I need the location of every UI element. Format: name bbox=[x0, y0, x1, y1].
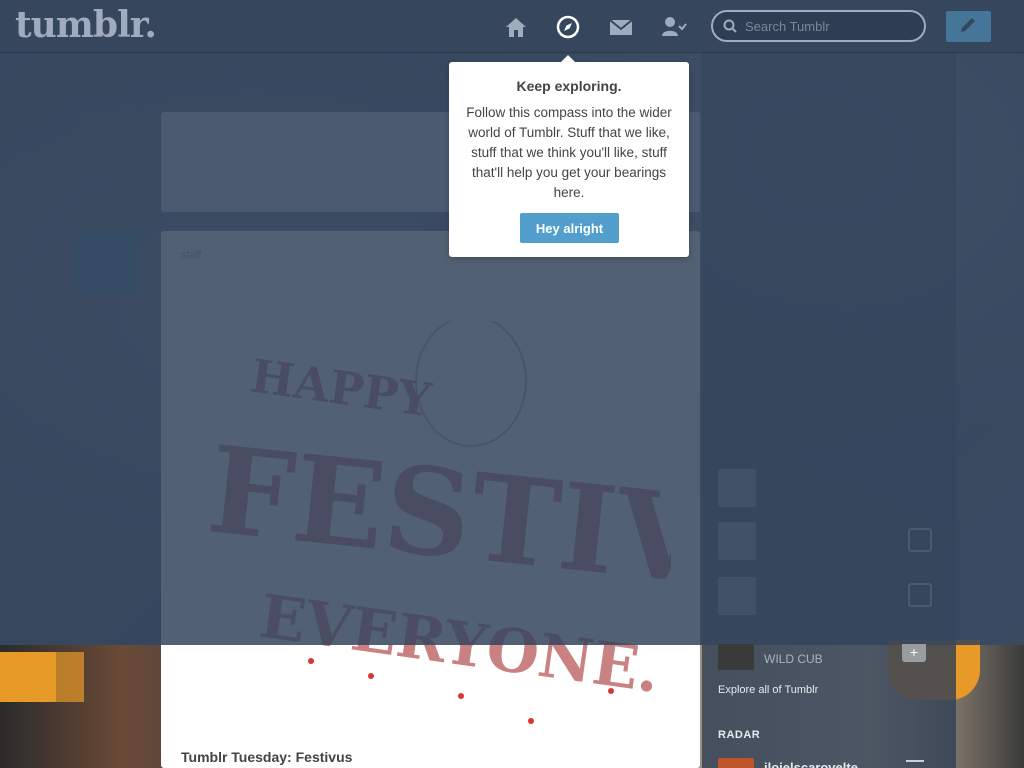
radar-item[interactable]: ilojelscarovelte bbox=[718, 758, 940, 768]
mail-icon[interactable] bbox=[608, 14, 634, 40]
radar-blog-name: ilojelscarovelte bbox=[764, 760, 858, 768]
radar-heading: RADAR bbox=[718, 729, 761, 741]
compass-icon[interactable] bbox=[555, 14, 581, 40]
follow-button[interactable] bbox=[906, 760, 924, 768]
popup-title: Keep exploring. bbox=[516, 78, 622, 94]
account-icon[interactable] bbox=[661, 14, 687, 40]
compose-pencil-icon bbox=[961, 18, 975, 32]
recommended-blog[interactable]: WILD CUB + bbox=[718, 644, 940, 676]
compose-button[interactable] bbox=[946, 11, 991, 42]
avatar bbox=[718, 758, 754, 768]
search-input[interactable] bbox=[745, 17, 915, 35]
home-icon[interactable] bbox=[503, 14, 529, 40]
avatar bbox=[718, 644, 754, 670]
hey-alright-button[interactable]: Hey alright bbox=[520, 213, 619, 243]
explore-tooltip-popup: Keep exploring. Follow this compass into… bbox=[449, 55, 689, 257]
popup-body: Follow this compass into the wider world… bbox=[466, 105, 672, 200]
background-orange-shape bbox=[0, 652, 56, 702]
follow-button[interactable]: + bbox=[902, 644, 926, 662]
explore-all-link[interactable]: Explore all of Tumblr bbox=[718, 684, 818, 696]
popup-arrow bbox=[561, 55, 575, 62]
top-header: tumblr. bbox=[0, 0, 1024, 53]
post-title[interactable]: Tumblr Tuesday: Festivus bbox=[181, 749, 352, 765]
search-icon bbox=[723, 19, 737, 33]
search-box[interactable] bbox=[711, 10, 926, 42]
tumblr-logo[interactable]: tumblr. bbox=[15, 4, 157, 46]
background-orange-shape bbox=[56, 652, 84, 702]
recommended-blog-name: WILD CUB bbox=[764, 652, 823, 666]
